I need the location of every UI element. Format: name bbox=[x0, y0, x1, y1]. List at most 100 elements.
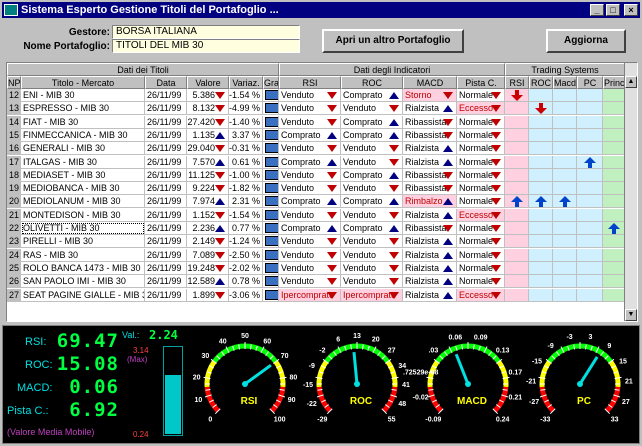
ts-cell-princ[interactable] bbox=[603, 275, 625, 289]
ts-cell-macd[interactable] bbox=[553, 208, 577, 222]
ts-cell-macd[interactable] bbox=[553, 261, 577, 275]
cell-titolo[interactable]: FIAT - MIB 30 bbox=[21, 115, 145, 129]
cell-titolo[interactable]: GENERALI - MIB 30 bbox=[21, 142, 145, 156]
cell-macd[interactable]: Rialzista bbox=[403, 208, 457, 222]
cell-rsi[interactable]: Comprato bbox=[279, 222, 341, 235]
scroll-up-button[interactable]: ▲ bbox=[625, 76, 637, 88]
ts-cell-princ[interactable] bbox=[603, 248, 625, 262]
ts-cell-pc[interactable] bbox=[577, 208, 603, 222]
ts-cell-rsi[interactable] bbox=[505, 222, 529, 235]
cell-titolo[interactable]: ENI - MIB 30 bbox=[21, 89, 145, 102]
ts-cell-rsi[interactable] bbox=[505, 128, 529, 142]
cell-graf[interactable] bbox=[263, 155, 279, 169]
table-row[interactable]: 19 MEDIOBANCA - MIB 30 26/11/99 9.224 -1.82 … bbox=[7, 182, 625, 196]
cell-pista[interactable]: Normale bbox=[457, 275, 505, 289]
cell-titolo[interactable]: ROLO BANCA 1473 - MIB 30 bbox=[21, 261, 145, 275]
cell-pista[interactable]: Eccesso bbox=[457, 102, 505, 116]
mini-chart-icon[interactable] bbox=[265, 103, 278, 114]
cell-graf[interactable] bbox=[263, 208, 279, 222]
ts-cell-princ[interactable] bbox=[603, 182, 625, 196]
cell-pista[interactable]: Normale bbox=[457, 235, 505, 249]
ts-cell-roc[interactable] bbox=[529, 155, 553, 169]
ts-cell-roc[interactable] bbox=[529, 182, 553, 196]
cell-data[interactable]: 26/11/99 bbox=[145, 248, 187, 262]
cell-rsi[interactable]: Venduto bbox=[279, 102, 341, 116]
column-header-ts_pc[interactable]: PC bbox=[577, 76, 603, 89]
cell-macd[interactable]: Rialzista bbox=[403, 288, 457, 302]
cell-valore[interactable]: 19.248 bbox=[187, 261, 229, 275]
cell-data[interactable]: 26/11/99 bbox=[145, 89, 187, 102]
cell-valore[interactable]: 7.089 bbox=[187, 248, 229, 262]
table-row[interactable]: 13 ESPRESSO - MIB 30 26/11/99 8.132 -4.99 % V… bbox=[7, 102, 625, 116]
ts-cell-pc[interactable] bbox=[577, 182, 603, 196]
cell-pista[interactable]: Normale bbox=[457, 142, 505, 156]
mini-chart-icon[interactable] bbox=[265, 249, 278, 260]
cell-variaz[interactable]: 0.78 % bbox=[229, 275, 263, 289]
table-row[interactable]: 16 GENERALI - MIB 30 26/11/99 29.040 -0.31 %… bbox=[7, 142, 625, 156]
cell-graf[interactable] bbox=[263, 275, 279, 289]
column-header-variaz[interactable]: Variaz. bbox=[229, 76, 263, 89]
cell-np[interactable]: 23 bbox=[7, 235, 21, 249]
cell-graf[interactable] bbox=[263, 235, 279, 249]
cell-variaz[interactable]: -1.24 % bbox=[229, 235, 263, 249]
cell-rsi[interactable]: Venduto bbox=[279, 142, 341, 156]
ts-cell-princ[interactable] bbox=[603, 115, 625, 129]
cell-graf[interactable] bbox=[263, 102, 279, 116]
cell-data[interactable]: 26/11/99 bbox=[145, 115, 187, 129]
cell-variaz[interactable]: -1.00 % bbox=[229, 168, 263, 182]
cell-valore[interactable]: 11.125 bbox=[187, 168, 229, 182]
cell-variaz[interactable]: -1.82 % bbox=[229, 182, 263, 196]
cell-pista[interactable]: Normale bbox=[457, 261, 505, 275]
cell-macd[interactable]: Rialzista bbox=[403, 155, 457, 169]
ts-cell-roc[interactable] bbox=[529, 102, 553, 116]
ts-cell-princ[interactable] bbox=[603, 155, 625, 169]
cell-titolo[interactable]: SEAT PAGINE GIALLE - MIB 3 bbox=[21, 288, 145, 302]
cell-np[interactable]: 12 bbox=[7, 89, 21, 102]
column-header-np[interactable]: NP bbox=[7, 76, 21, 89]
ts-cell-macd[interactable] bbox=[553, 235, 577, 249]
cell-roc[interactable]: Venduto bbox=[341, 142, 403, 156]
cell-macd[interactable]: Ribassista bbox=[403, 128, 457, 142]
ts-cell-princ[interactable] bbox=[603, 288, 625, 302]
cell-variaz[interactable]: -1.54 % bbox=[229, 208, 263, 222]
ts-cell-pc[interactable] bbox=[577, 288, 603, 302]
cell-graf[interactable] bbox=[263, 222, 279, 235]
column-header-rsi[interactable]: RSI bbox=[279, 76, 341, 89]
cell-rsi[interactable]: Comprato bbox=[279, 128, 341, 142]
cell-valore[interactable]: 8.132 bbox=[187, 102, 229, 116]
cell-titolo[interactable]: ITALGAS - MIB 30 bbox=[21, 155, 145, 169]
cell-graf[interactable] bbox=[263, 261, 279, 275]
cell-data[interactable]: 26/11/99 bbox=[145, 235, 187, 249]
ts-cell-roc[interactable] bbox=[529, 248, 553, 262]
cell-macd[interactable]: Ribassista bbox=[403, 182, 457, 196]
cell-variaz[interactable]: -2.02 % bbox=[229, 261, 263, 275]
cell-data[interactable]: 26/11/99 bbox=[145, 288, 187, 302]
update-button[interactable]: Aggiorna bbox=[546, 29, 626, 53]
cell-data[interactable]: 26/11/99 bbox=[145, 208, 187, 222]
ts-cell-pc[interactable] bbox=[577, 222, 603, 235]
cell-variaz[interactable]: -1.40 % bbox=[229, 115, 263, 129]
ts-cell-macd[interactable] bbox=[553, 102, 577, 116]
ts-cell-roc[interactable] bbox=[529, 222, 553, 235]
cell-roc[interactable]: Comprato bbox=[341, 115, 403, 129]
table-row[interactable]: 14 FIAT - MIB 30 26/11/99 27.420 -1.40 % Vend… bbox=[7, 115, 625, 129]
ts-cell-pc[interactable] bbox=[577, 89, 603, 102]
cell-data[interactable]: 26/11/99 bbox=[145, 102, 187, 116]
column-header-ts_roc[interactable]: ROC bbox=[529, 76, 553, 89]
cell-np[interactable]: 18 bbox=[7, 168, 21, 182]
cell-roc[interactable]: Venduto bbox=[341, 155, 403, 169]
cell-pista[interactable]: Eccesso bbox=[457, 208, 505, 222]
ts-cell-macd[interactable] bbox=[553, 275, 577, 289]
cell-variaz[interactable]: -4.99 % bbox=[229, 102, 263, 116]
ts-cell-macd[interactable] bbox=[553, 115, 577, 129]
column-header-valore[interactable]: Valore bbox=[187, 76, 229, 89]
ts-cell-pc[interactable] bbox=[577, 168, 603, 182]
cell-roc[interactable]: Ipercomprato bbox=[341, 288, 403, 302]
mini-chart-icon[interactable] bbox=[265, 143, 278, 154]
ts-cell-roc[interactable] bbox=[529, 208, 553, 222]
cell-data[interactable]: 26/11/99 bbox=[145, 128, 187, 142]
cell-data[interactable]: 26/11/99 bbox=[145, 261, 187, 275]
cell-roc[interactable]: Comprato bbox=[341, 89, 403, 102]
mini-chart-icon[interactable] bbox=[265, 90, 278, 100]
column-header-roc[interactable]: ROC bbox=[341, 76, 403, 89]
